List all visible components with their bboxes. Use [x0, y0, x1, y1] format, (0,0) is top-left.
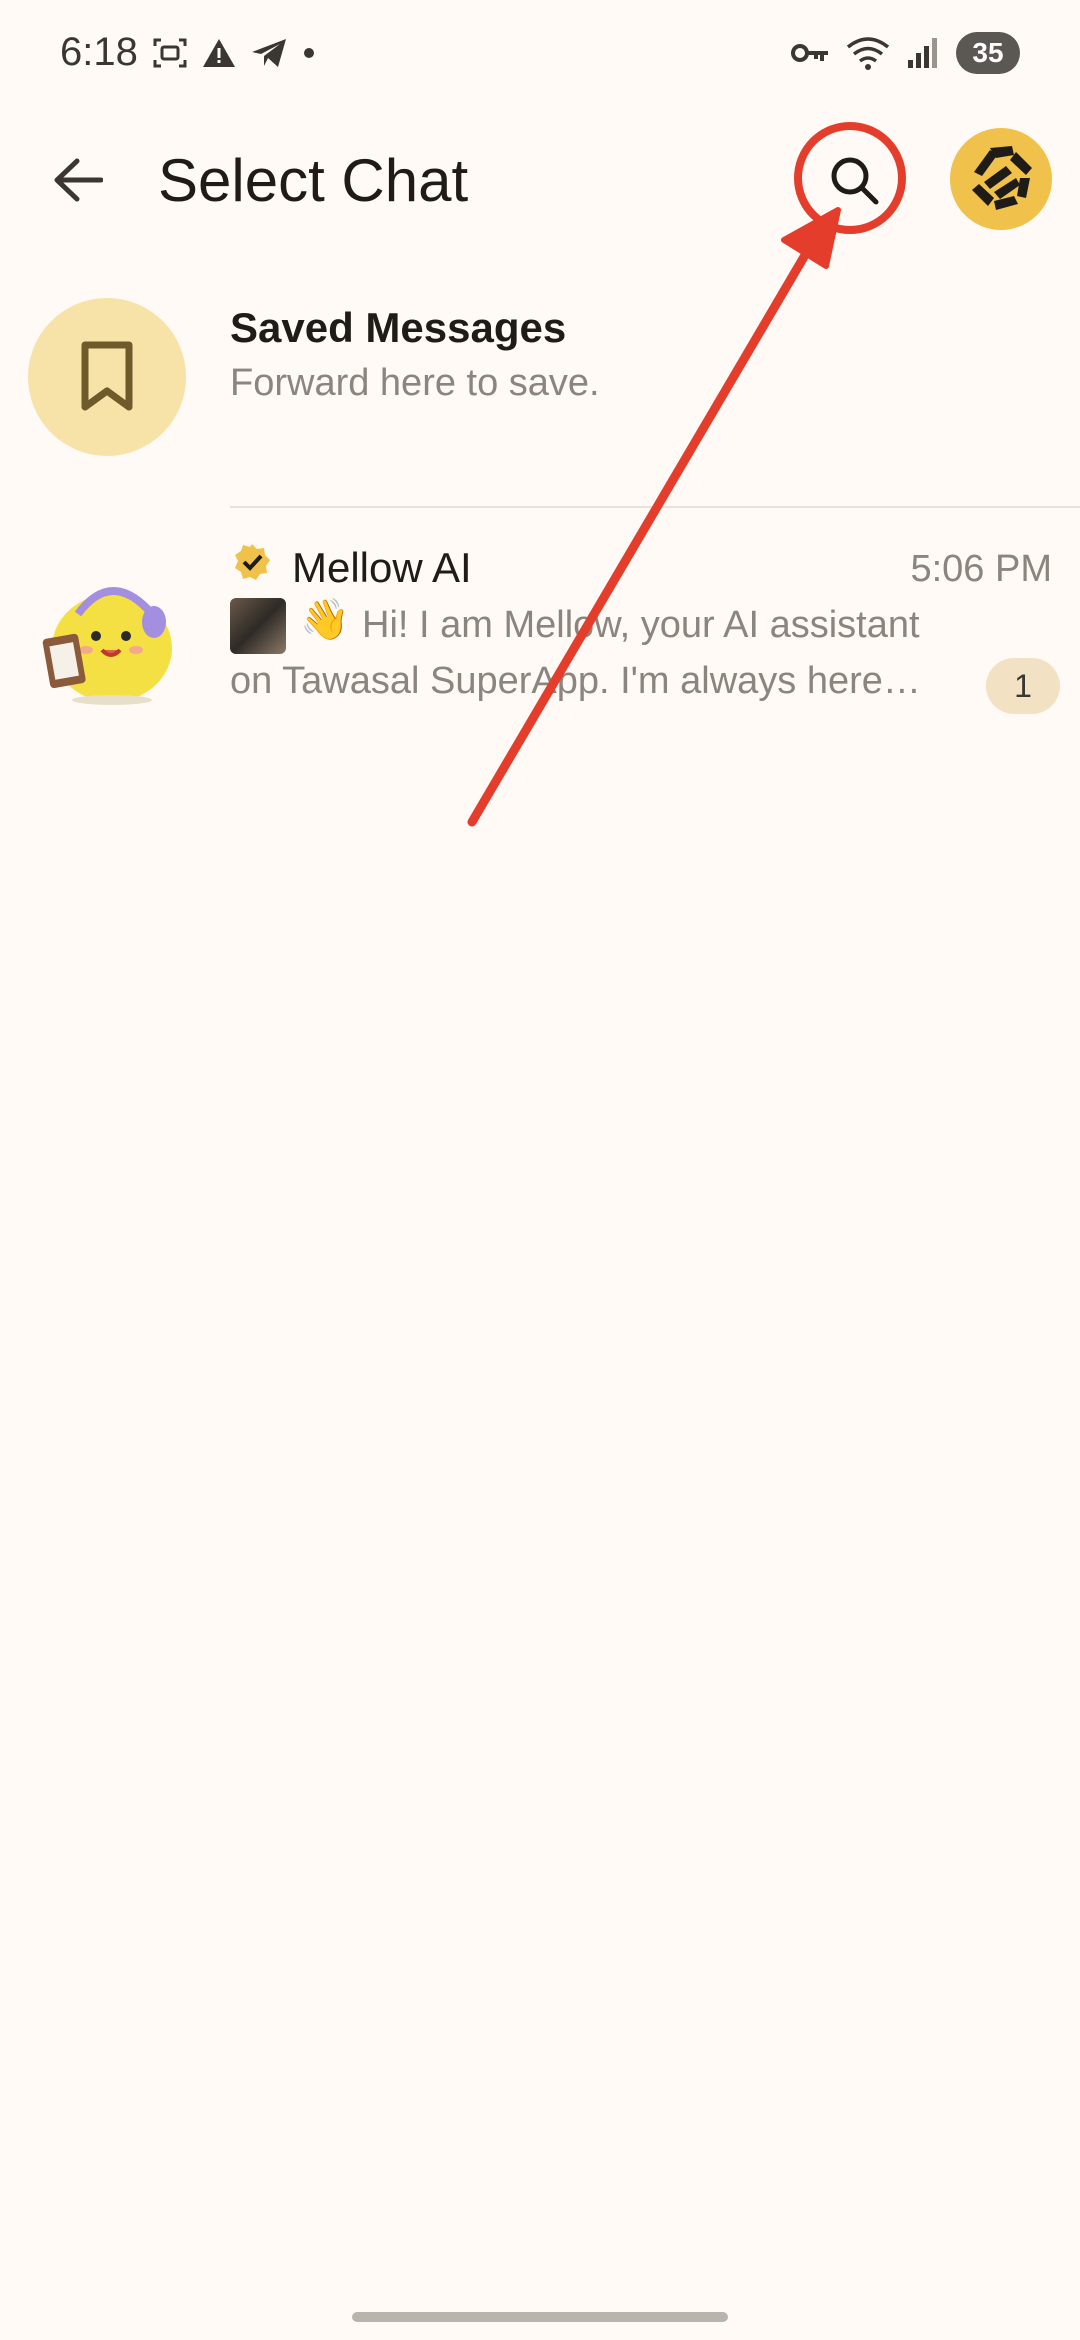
status-icons-right: 35 — [790, 32, 1020, 74]
status-icons-left — [152, 36, 316, 70]
arrow-left-icon — [54, 158, 103, 202]
vpn-key-icon — [791, 44, 828, 62]
message-preview-line1: Hi! I am Mellow, your AI assistant — [362, 604, 920, 646]
wave-emoji: 👋 — [300, 597, 350, 643]
chat-item-mellow-ai[interactable]: Mellow AI 5:06 PM 👋 Hi! I am Mellow, you… — [0, 530, 1080, 720]
back-button[interactable] — [44, 146, 112, 214]
chat-time: 5:06 PM — [910, 548, 1052, 590]
status-time: 6:18 — [60, 30, 138, 74]
preview-thumbnail — [230, 598, 286, 654]
verified-badge-icon — [235, 544, 270, 580]
profile-avatar[interactable] — [950, 128, 1052, 230]
saved-messages-avatar — [28, 298, 186, 456]
home-indicator[interactable] — [352, 2312, 728, 2322]
battery-indicator: 35 — [956, 32, 1020, 74]
wifi-icon — [846, 37, 890, 70]
telegram-icon — [252, 39, 286, 67]
divider — [230, 506, 1080, 508]
page-title: Select Chat — [158, 147, 469, 214]
chat-item-saved-messages[interactable]: Saved Messages Forward here to save. — [0, 292, 1080, 462]
message-preview-line2: on Tawasal SuperApp. I'm always here… — [230, 660, 921, 702]
dot-icon — [304, 48, 314, 58]
screenshot-icon — [153, 38, 187, 68]
search-highlight-circle — [794, 122, 906, 234]
signal-icon — [908, 38, 937, 68]
status-bar: 6:18 35 — [0, 0, 1080, 110]
warning-icon — [203, 39, 235, 67]
mellow-avatar — [42, 587, 172, 705]
unread-badge: 1 — [986, 658, 1060, 714]
chat-title: Mellow AI — [292, 544, 472, 591]
chat-subtitle: Forward here to save. — [230, 362, 600, 404]
app-bar: Select Chat — [0, 110, 1080, 250]
bookmark-icon — [81, 341, 133, 411]
chat-title: Saved Messages — [230, 304, 567, 351]
tawasal-logo-icon — [972, 146, 1032, 210]
